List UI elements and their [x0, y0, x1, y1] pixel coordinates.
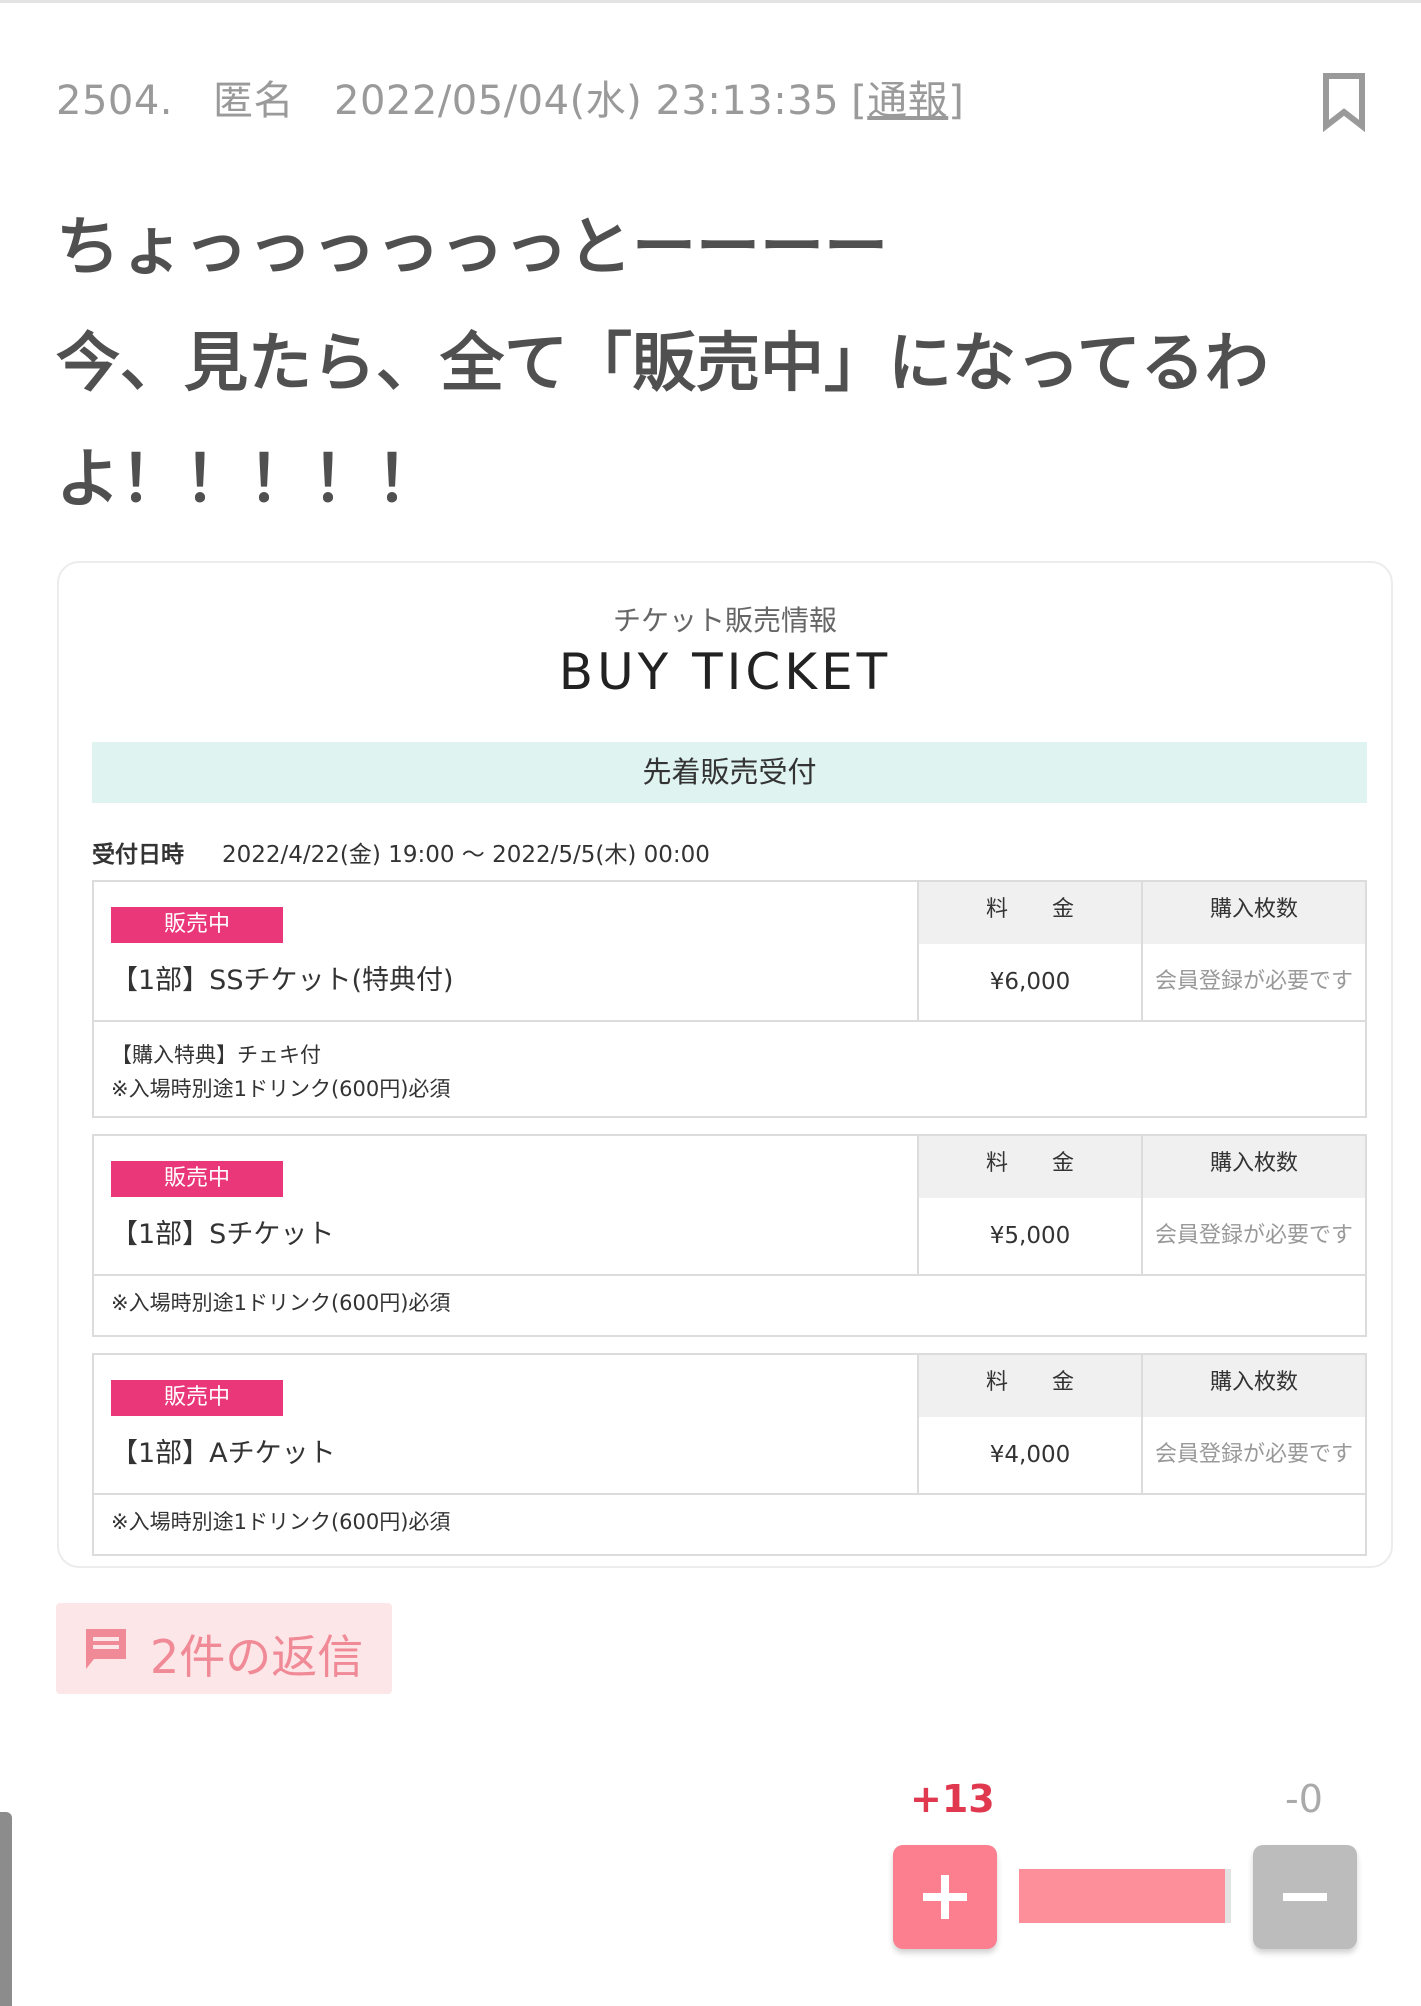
minus-vote-count: -0 [1285, 1777, 1323, 1821]
quantity-header: 購入枚数 [1143, 1355, 1365, 1417]
plus-icon [923, 1875, 967, 1919]
vote-ratio-bar [1019, 1869, 1231, 1923]
price-value: ¥4,000 [989, 1442, 1071, 1468]
scroll-edge [0, 1812, 12, 2006]
quantity-header: 購入枚数 [1143, 882, 1365, 944]
plus-vote-count: +13 [910, 1777, 995, 1821]
ticket-row-ss: 販売中 【1部】SSチケット(特典付) 料 金 ¥6,000 購入枚数 会員登録… [92, 880, 1367, 1118]
minus-icon [1283, 1893, 1327, 1901]
ticket-card-title: BUY TICKET [558, 643, 892, 701]
price-value: ¥6,000 [989, 969, 1071, 995]
sale-type-banner: 先着販売受付 [92, 742, 1367, 803]
replies-label: 2件の返信 [150, 1630, 364, 1684]
ticket-row-a: 販売中 【1部】Aチケット 料 金 ¥4,000 購入枚数 会員登録が必要です … [92, 1353, 1367, 1556]
ticket-info-image: チケット販売情報 BUY TICKET 先着販売受付 受付日時 2022/4/22… [57, 561, 1393, 1568]
ticket-note: ※入場時別途1ドリンク(600円)必須 [111, 1291, 451, 1315]
top-divider [0, 0, 1421, 3]
sale-period: 受付日時 2022/4/22(金) 19:00 ～ 2022/5/5(木) 00:… [92, 835, 710, 869]
post-number: 2504. [56, 78, 174, 124]
ticket-notes: ※入場時別途1ドリンク(600円)必須 [94, 1276, 1365, 1320]
vote-ratio-fill [1019, 1869, 1225, 1923]
price-header: 料 金 [919, 1355, 1141, 1417]
period-value: 2022/4/22(金) 19:00 ～ 2022/5/5(木) 00:00 [222, 842, 710, 868]
post-datetime: 2022/05/04(水) 23:13:35 [334, 78, 840, 124]
minus-vote-button[interactable] [1253, 1845, 1357, 1949]
price-value: ¥5,000 [989, 1223, 1071, 1249]
post-body: ちょっっっっっっとーーーー 今、見たら、全て「販売中」になってるわ よ！！！！！ [56, 190, 1356, 538]
report-link[interactable]: [通報] [851, 78, 964, 124]
ticket-note: 【購入特典】チェキ付 [111, 1043, 321, 1067]
status-badge: 販売中 [111, 1161, 283, 1197]
quantity-header: 購入枚数 [1143, 1136, 1365, 1198]
post-body-line: 今、見たら、全て「販売中」になってるわ [56, 327, 1269, 401]
post-body-line: ちょっっっっっっとーーーー [56, 211, 888, 285]
ticket-name: 【1部】Aチケット [111, 1438, 336, 1469]
bookmark-icon[interactable] [1320, 72, 1368, 133]
comment-icon [82, 1625, 130, 1673]
ticket-notes: ※入場時別途1ドリンク(600円)必須 [94, 1495, 1365, 1539]
quantity-value: 会員登録が必要です [1154, 1223, 1353, 1248]
post-meta: 2504. 匿名 2022/05/04(水) 23:13:35 [通報] [56, 68, 964, 126]
ticket-notes: 【購入特典】チェキ付 ※入場時別途1ドリンク(600円)必須 [94, 1022, 1365, 1106]
ticket-card-subtitle: チケット販売情報 [612, 604, 837, 637]
price-header: 料 金 [919, 1136, 1141, 1198]
quantity-value: 会員登録が必要です [1154, 1442, 1353, 1467]
price-header: 料 金 [919, 882, 1141, 944]
replies-button[interactable]: 2件の返信 [56, 1603, 392, 1694]
ticket-note: ※入場時別途1ドリンク(600円)必須 [111, 1077, 451, 1101]
period-label: 受付日時 [92, 842, 184, 868]
status-badge: 販売中 [111, 907, 283, 943]
ticket-note: ※入場時別途1ドリンク(600円)必須 [111, 1510, 451, 1534]
quantity-value: 会員登録が必要です [1154, 969, 1353, 994]
ticket-name: 【1部】Sチケット [111, 1219, 335, 1250]
status-badge: 販売中 [111, 1380, 283, 1416]
ticket-name: 【1部】SSチケット(特典付) [111, 965, 454, 996]
post-author: 匿名 [213, 78, 295, 124]
plus-vote-button[interactable] [893, 1845, 997, 1949]
ticket-row-s: 販売中 【1部】Sチケット 料 金 ¥5,000 購入枚数 会員登録が必要です … [92, 1134, 1367, 1337]
post-body-line: よ！！！！！ [56, 443, 440, 517]
